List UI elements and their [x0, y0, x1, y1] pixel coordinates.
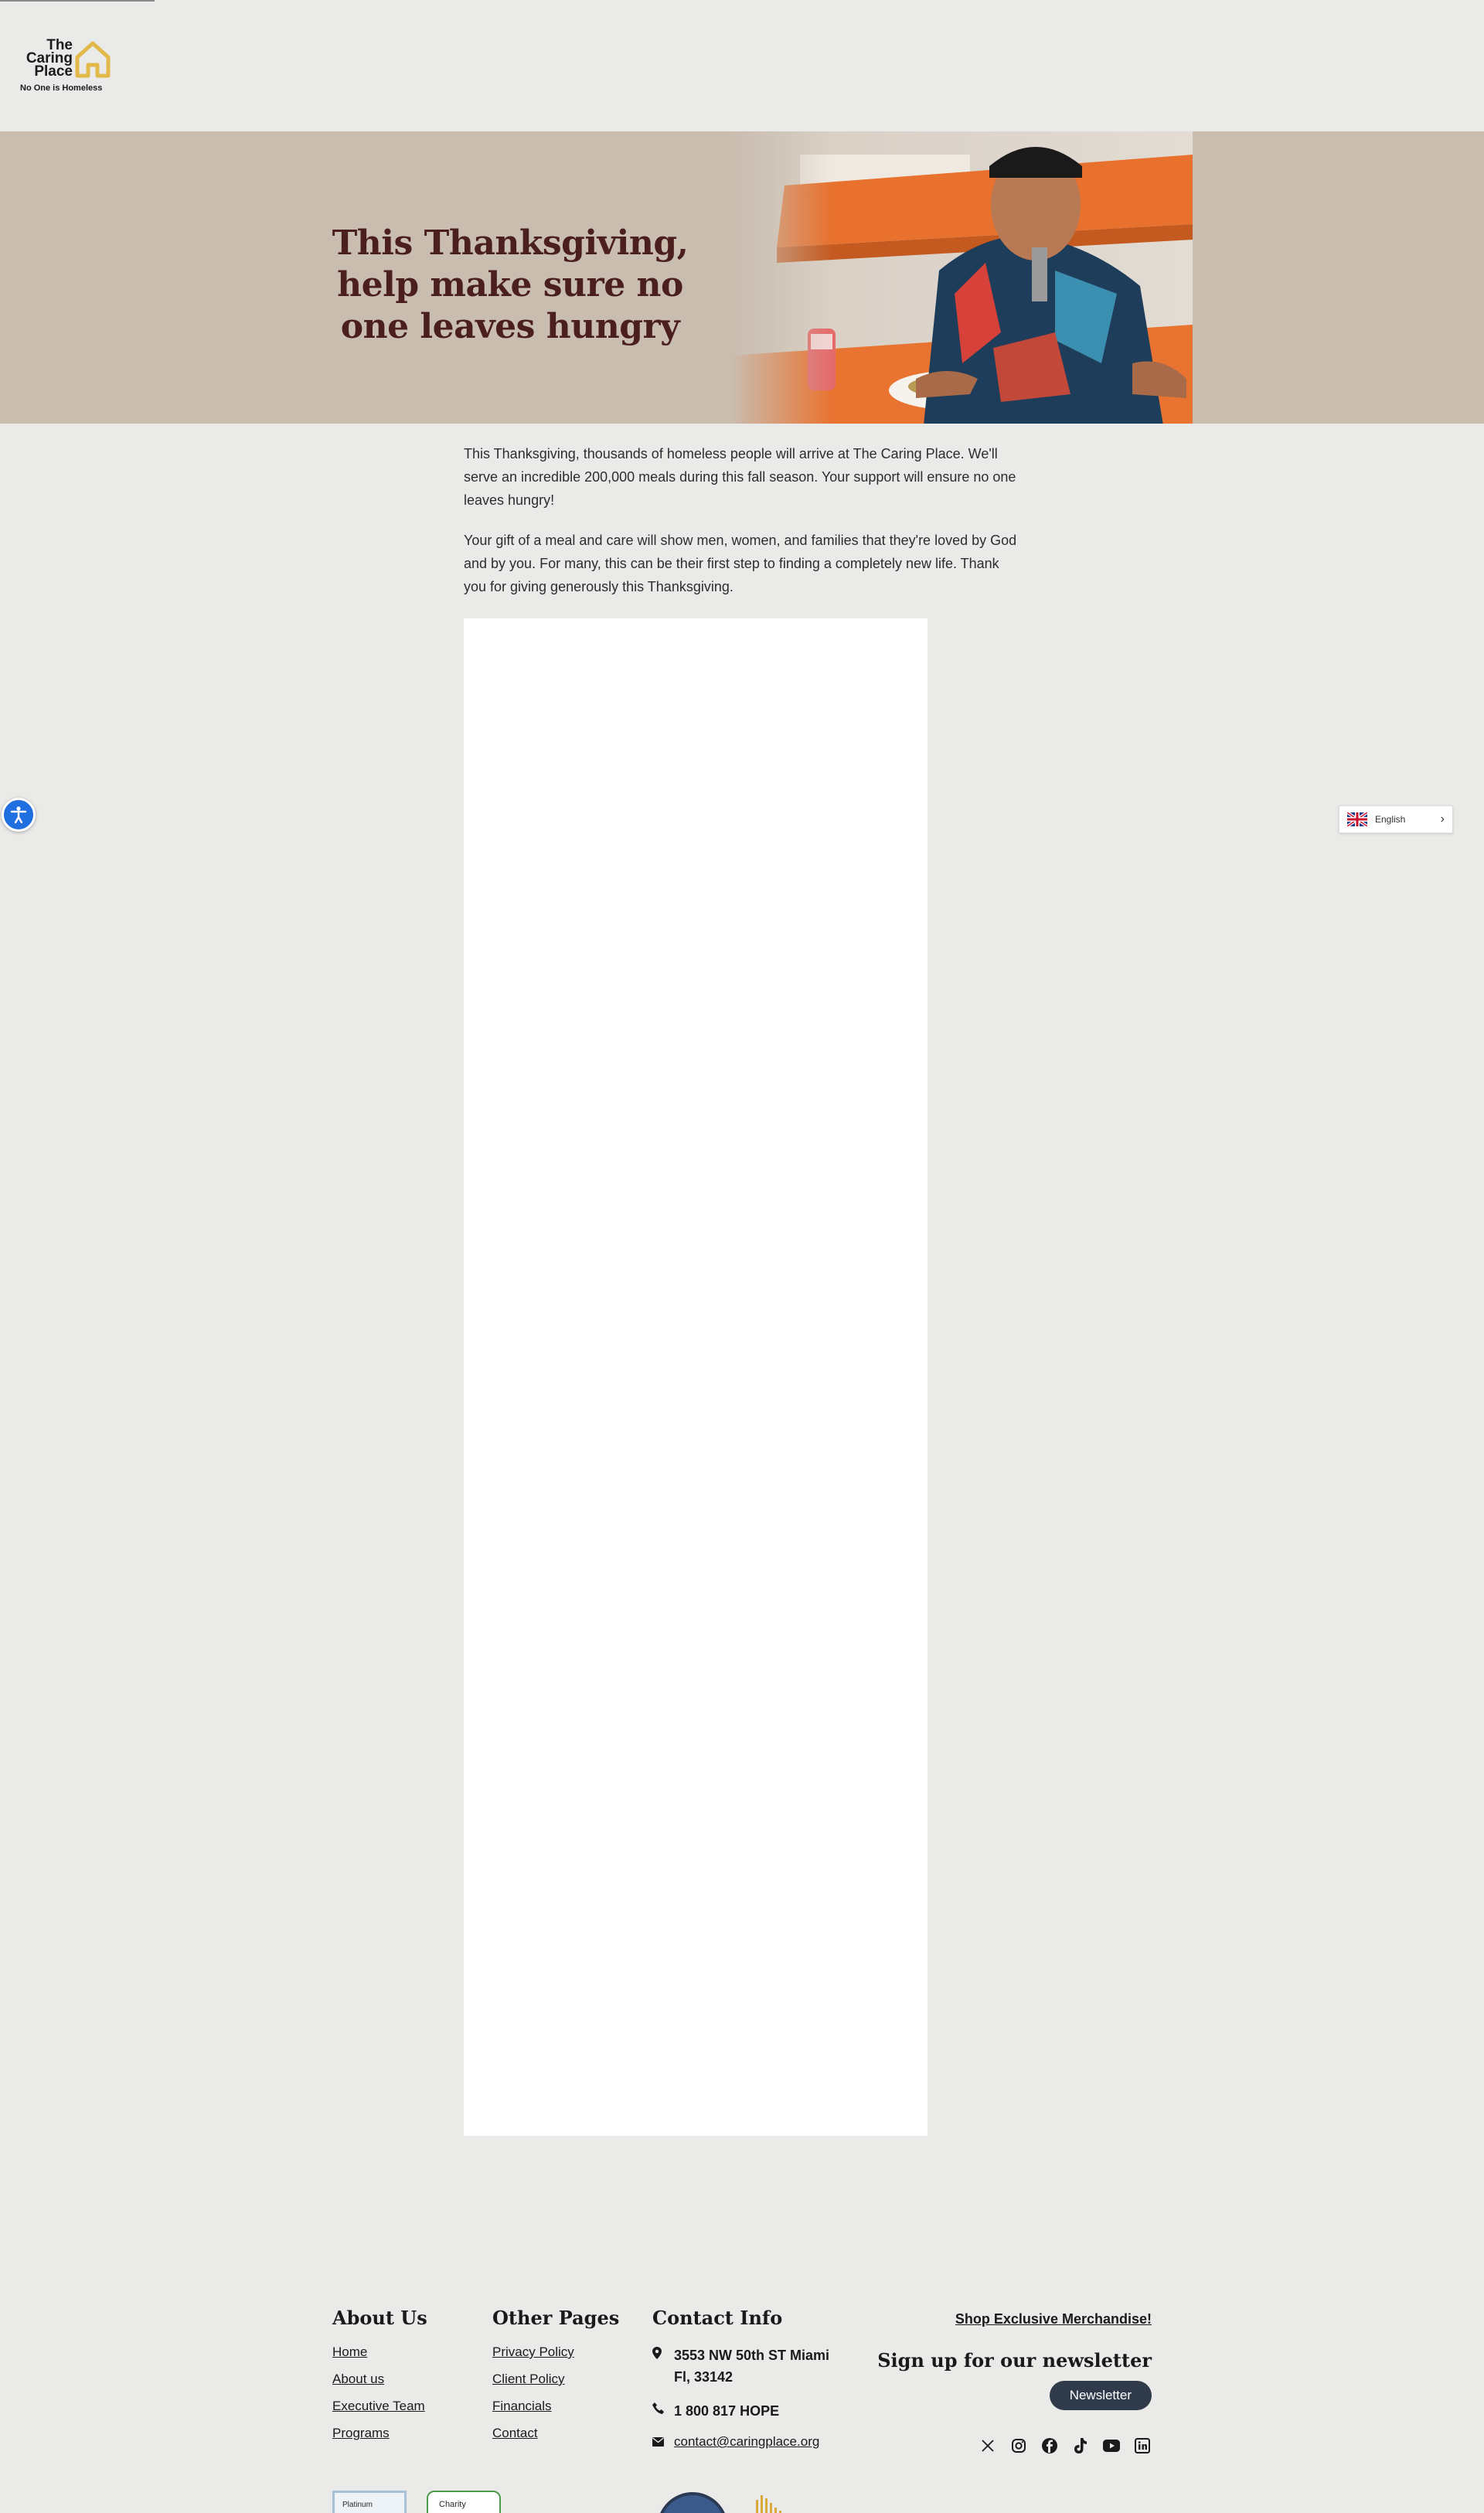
footer-link-client-policy[interactable]: Client Policy — [492, 2372, 619, 2387]
site-footer: About Us Home About us Executive Team Pr… — [0, 2288, 1484, 2513]
phone-icon — [652, 2400, 674, 2416]
hero-title: This Thanksgiving, help make sure no one… — [332, 223, 689, 346]
seal-badge[interactable] — [657, 2492, 728, 2513]
house-icon — [75, 41, 111, 78]
social-links — [842, 2436, 1152, 2455]
footer-link-about-us[interactable]: About us — [332, 2372, 427, 2387]
footer-link-financials[interactable]: Financials — [492, 2399, 619, 2414]
platinum-badge[interactable]: Platinum — [332, 2491, 407, 2513]
accessibility-icon — [10, 806, 27, 824]
logo-line-3: Place — [34, 63, 73, 80]
chevron-right-icon: › — [1440, 812, 1445, 826]
shop-merchandise-link[interactable]: Shop Exclusive Merchandise! — [955, 2311, 1152, 2327]
footer-about-column: About Us Home About us Executive Team Pr… — [332, 2307, 427, 2453]
x-icon[interactable] — [979, 2436, 997, 2455]
footer-newsletter-area: Shop Exclusive Merchandise! Sign up for … — [842, 2311, 1152, 2455]
youtube-icon[interactable] — [1102, 2436, 1121, 2455]
charity-badge-label: Charity — [439, 2500, 466, 2509]
mail-icon — [652, 2434, 674, 2449]
language-label: English — [1375, 814, 1406, 825]
site-logo[interactable]: The Caring Place No One is Homeless — [20, 37, 113, 96]
newsletter-heading: Sign up for our newsletter — [877, 2349, 1152, 2372]
address-line-1: 3553 NW 50th ST Miami — [674, 2348, 830, 2363]
instagram-icon[interactable] — [1009, 2436, 1028, 2455]
facebook-icon[interactable] — [1040, 2436, 1059, 2455]
tiktok-icon[interactable] — [1071, 2436, 1090, 2455]
gold-bars-badge[interactable] — [751, 2492, 790, 2513]
address-line-2: Fl, 33142 — [674, 2369, 733, 2385]
hero-photo — [730, 131, 1193, 424]
footer-link-contact[interactable]: Contact — [492, 2426, 619, 2441]
footer-link-home[interactable]: Home — [332, 2344, 427, 2360]
uk-flag-icon — [1347, 812, 1367, 826]
footer-about-heading: About Us — [332, 2307, 427, 2329]
logo-wordmark: The Caring Place — [20, 38, 73, 80]
language-switcher[interactable]: English › — [1339, 805, 1453, 833]
charity-badge[interactable]: Charity — [427, 2491, 501, 2513]
hero-banner: This Thanksgiving, help make sure no one… — [0, 131, 1484, 424]
appeal-text: This Thanksgiving, thousands of homeless… — [464, 442, 1020, 615]
donation-form-frame[interactable] — [464, 618, 928, 2136]
accessibility-button[interactable] — [2, 798, 36, 832]
map-pin-icon — [652, 2344, 674, 2361]
newsletter-button[interactable]: Newsletter — [1049, 2381, 1152, 2410]
footer-link-programs[interactable]: Programs — [332, 2426, 427, 2441]
appeal-paragraph-2: Your gift of a meal and care will show m… — [464, 533, 1017, 594]
linkedin-icon[interactable] — [1133, 2436, 1152, 2455]
footer-other-column: Other Pages Privacy Policy Client Policy… — [492, 2307, 619, 2453]
platinum-badge-label: Platinum — [342, 2501, 373, 2509]
email-link[interactable]: contact@caringplace.org — [674, 2434, 819, 2450]
logo-tagline: No One is Homeless — [20, 83, 103, 93]
top-progress-line — [0, 0, 155, 2]
footer-link-executive-team[interactable]: Executive Team — [332, 2399, 427, 2414]
phone-number[interactable]: 1 800 817 HOPE — [674, 2400, 779, 2422]
appeal-paragraph-1: This Thanksgiving, thousands of homeless… — [464, 446, 1016, 508]
footer-other-heading: Other Pages — [492, 2307, 620, 2329]
footer-link-privacy-policy[interactable]: Privacy Policy — [492, 2344, 619, 2360]
